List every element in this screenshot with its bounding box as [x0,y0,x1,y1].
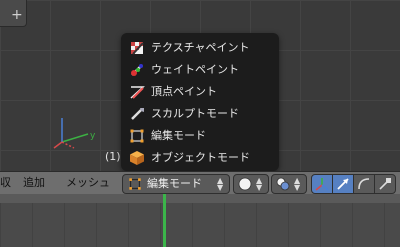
manipulator-axes-icon [315,178,329,191]
rotate-manipulator-button[interactable] [353,174,375,194]
timeline-ruler[interactable] [0,194,400,203]
shading-selector[interactable]: ▲ ▼ [233,174,269,194]
svg-text:y: y [90,131,96,141]
weight-paint-icon [131,64,143,76]
menu-item-label: 頂点ペイント [151,85,217,98]
frame-label: (1) [105,150,121,163]
mode-menu: テクスチャペイント ウェイトペイント 頂点ペイント スカルプトモード 編集モード [121,33,279,171]
scale-handle-icon [379,178,391,190]
menu-item-object-mode[interactable]: オブジェクトモード [121,147,279,169]
menu-item-label: スカルプトモード [151,107,239,120]
menu-item-texture-paint[interactable]: テクスチャペイント [121,37,279,59]
plus-icon: + [11,7,23,23]
menu-add[interactable]: 追加 [23,177,45,189]
object-mode-icon [130,151,144,165]
menu-mesh[interactable]: メッシュ [66,177,110,189]
mode-selector-label: 編集モード [147,177,202,190]
menu-item-label: テクスチャペイント [151,41,250,54]
edit-mode-icon [129,178,141,190]
manipulator-toggle-button[interactable] [311,174,333,194]
mode-selector[interactable]: 編集モード ▲ ▼ [122,174,230,194]
menu-item-sculpt-mode[interactable]: スカルプトモード [121,103,279,125]
translate-manipulator-button[interactable] [332,174,354,194]
menu-item-label: ウェイトペイント [151,63,239,76]
pivot-point-icon [276,177,290,191]
vertex-paint-icon [130,86,145,99]
translate-arrow-icon [337,178,349,190]
viewport-header: 収 追加 メッシュ 編集モード ▲ ▼ ▲ ▼ ▲ ▼ [0,171,400,195]
menu-item-weight-paint[interactable]: ウェイトペイント [121,59,279,81]
current-frame-indicator[interactable] [163,194,166,247]
solid-shading-icon [238,177,252,191]
texture-paint-icon [131,42,144,55]
axis-gizmo: y [53,118,96,149]
updown-arrows-icon: ▲ ▼ [217,176,224,192]
menu-item-label: 編集モード [151,129,206,142]
edit-mode-icon [130,129,144,143]
rotate-arc-icon [358,178,370,190]
sculpt-mode-icon [131,108,144,120]
pivot-selector[interactable]: ▲ ▼ [271,174,307,194]
menu-item-vertex-paint[interactable]: 頂点ペイント [121,81,279,103]
toolshelf-toggle[interactable]: + [0,0,27,27]
updown-arrows-icon: ▲ ▼ [294,176,301,192]
menu-item-label: オブジェクトモード [151,151,250,164]
menu-select[interactable]: 収 [0,177,11,189]
scale-manipulator-button[interactable] [374,174,396,194]
updown-arrows-icon: ▲ ▼ [256,176,263,192]
menu-item-edit-mode[interactable]: 編集モード [121,125,279,147]
